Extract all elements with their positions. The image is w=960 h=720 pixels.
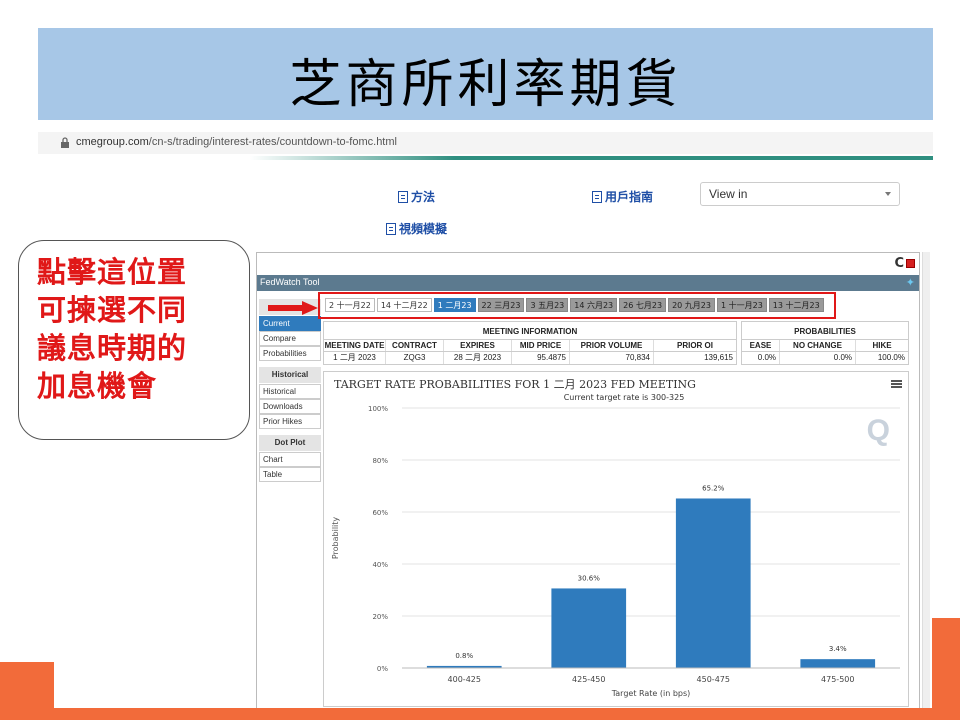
- document-icon: [398, 190, 408, 203]
- nav-item-current[interactable]: Current: [259, 316, 321, 331]
- nav-item-probabilities[interactable]: Probabilities: [259, 346, 321, 361]
- x-tick-label: 400-425: [448, 675, 481, 684]
- y-tick-label: 60%: [372, 509, 388, 517]
- chart-bar: [800, 659, 876, 668]
- column-header: MID PRICE: [512, 340, 570, 351]
- table-cell: 139,615: [704, 353, 733, 362]
- nav-item-chart[interactable]: Chart: [259, 452, 321, 467]
- column-header: PRIOR OI: [676, 341, 713, 350]
- nav-item-table[interactable]: Table: [259, 467, 321, 482]
- callout-line: 加息機會: [37, 369, 158, 403]
- callout-line: 議息時期的: [37, 331, 188, 365]
- table-cell: 95.4875: [512, 352, 570, 364]
- nav-item-downloads[interactable]: Downloads: [259, 399, 321, 414]
- left-nav: Current Compare Probabilities Historical…: [259, 299, 321, 482]
- x-tick-label: 450-475: [697, 675, 730, 684]
- x-axis-label: Target Rate (in bps): [611, 689, 691, 698]
- column-header: EASE: [742, 340, 780, 351]
- chevron-down-icon: [885, 192, 891, 196]
- meeting-info-heading: MEETING INFORMATION: [324, 322, 736, 340]
- table-row: 1 二月 2023 ZQG3 28 二月 2023 95.4875 70,834…: [324, 352, 736, 364]
- column-header: PRIOR VOLUME: [570, 340, 654, 351]
- url-domain: cmegroup.com: [76, 136, 149, 148]
- y-tick-label: 100%: [368, 405, 388, 413]
- chart-bar: [675, 498, 751, 668]
- table-cell: 0.0%: [780, 352, 856, 364]
- method-link-label: 方法: [411, 190, 436, 204]
- slide-title-banner: 芝商所利率期貨: [38, 28, 933, 120]
- twitter-icon[interactable]: ✦: [906, 276, 915, 289]
- nav-item-prior-hikes[interactable]: Prior Hikes: [259, 414, 321, 429]
- video-link-label: 視頻模擬: [399, 222, 448, 236]
- table-cell: 1 二月 2023: [324, 352, 386, 364]
- address-bar[interactable]: cmegroup.com/cn-s/trading/interest-rates…: [38, 132, 933, 154]
- decor-shape: [932, 618, 960, 720]
- column-header: NO CHANGE: [780, 340, 856, 351]
- chart-bar: [551, 588, 627, 668]
- probabilities-table: PROBABILITIES EASE NO CHANGE HIKE 0.0% 0…: [741, 321, 909, 365]
- table-cell: 28 二月 2023: [444, 352, 512, 364]
- chart-subtitle: Current target rate is 300-325: [564, 393, 685, 402]
- url-text: cmegroup.com/cn-s/trading/interest-rates…: [76, 136, 397, 148]
- nav-item-historical[interactable]: Historical: [259, 384, 321, 399]
- table-header-row: MEETING DATE CONTRACT EXPIRES MID PRICE …: [324, 340, 736, 352]
- table-cell: ZQG3: [386, 352, 444, 364]
- page-scrollbar[interactable]: [922, 252, 930, 712]
- callout-line: 點擊這位置: [37, 255, 188, 289]
- view-in-select[interactable]: View in: [700, 182, 900, 206]
- chart-canvas: Current target rate is 300-325 0% 20% 40% 60…: [331, 393, 900, 698]
- table-cell: 100.0%: [877, 353, 905, 362]
- callout-box: 點擊這位置 可揀選不同 議息時期的 加息機會: [18, 240, 250, 440]
- arrow-right-icon: [268, 301, 318, 315]
- fedwatch-widget: C FedWatch Tool ✦ Current Compare Probab…: [256, 252, 920, 712]
- nav-heading-historical: Historical: [259, 367, 321, 383]
- table-cell: 70,834: [570, 352, 654, 364]
- y-tick-label: 80%: [372, 457, 388, 465]
- nav-item-compare[interactable]: Compare: [259, 331, 321, 346]
- table-cell: 0.0%: [742, 352, 780, 364]
- probability-chart: TARGET RATE PROBABILITIES FOR 1 二月 2023 …: [323, 371, 909, 707]
- x-tick-label: 475-500: [821, 675, 854, 684]
- header-divider: [250, 156, 933, 160]
- column-header: EXPIRES: [444, 340, 512, 351]
- callout-line: 可揀選不同: [37, 293, 188, 327]
- meeting-info-table: MEETING INFORMATION MEETING DATE CONTRAC…: [323, 321, 737, 365]
- table-header-row: EASE NO CHANGE HIKE: [742, 340, 908, 352]
- slide-title: 芝商所利率期貨: [289, 55, 682, 115]
- document-icon: [386, 222, 396, 235]
- table-row: 0.0% 0.0% 100.0%: [742, 352, 908, 364]
- fedwatch-title: FedWatch Tool: [260, 277, 320, 287]
- document-icon: [592, 190, 602, 203]
- tab-highlight-frame: [318, 292, 836, 319]
- x-tick-label: 425-450: [572, 675, 605, 684]
- y-axis-label: Probability: [331, 517, 340, 560]
- user-guide-link[interactable]: 用戶指南: [592, 188, 653, 205]
- fedwatch-header: FedWatch Tool ✦: [257, 275, 919, 291]
- lock-icon: [61, 137, 69, 148]
- method-link[interactable]: 方法: [398, 188, 435, 205]
- column-header: CONTRACT: [386, 340, 444, 351]
- data-label: 30.6%: [578, 574, 601, 582]
- data-label: 3.4%: [829, 645, 847, 653]
- y-tick-label: 0%: [377, 665, 388, 673]
- view-in-select-value: View in: [709, 187, 748, 201]
- data-label: 0.8%: [455, 652, 473, 660]
- probabilities-heading: PROBABILITIES: [742, 322, 908, 340]
- user-guide-link-label: 用戶指南: [605, 190, 654, 204]
- column-header: HIKE: [872, 341, 892, 350]
- nav-heading-dot-plot: Dot Plot: [259, 435, 321, 451]
- column-header: MEETING DATE: [324, 340, 386, 351]
- close-icon[interactable]: [906, 259, 915, 268]
- refresh-icon[interactable]: C: [894, 256, 904, 271]
- y-tick-label: 40%: [372, 561, 388, 569]
- data-label: 65.2%: [702, 484, 725, 492]
- y-tick-label: 20%: [372, 613, 388, 621]
- video-link[interactable]: 視頻模擬: [386, 220, 447, 237]
- decor-bar: [0, 708, 960, 720]
- widget-controls: C: [894, 256, 915, 271]
- url-path: /cn-s/trading/interest-rates/countdown-t…: [148, 136, 397, 148]
